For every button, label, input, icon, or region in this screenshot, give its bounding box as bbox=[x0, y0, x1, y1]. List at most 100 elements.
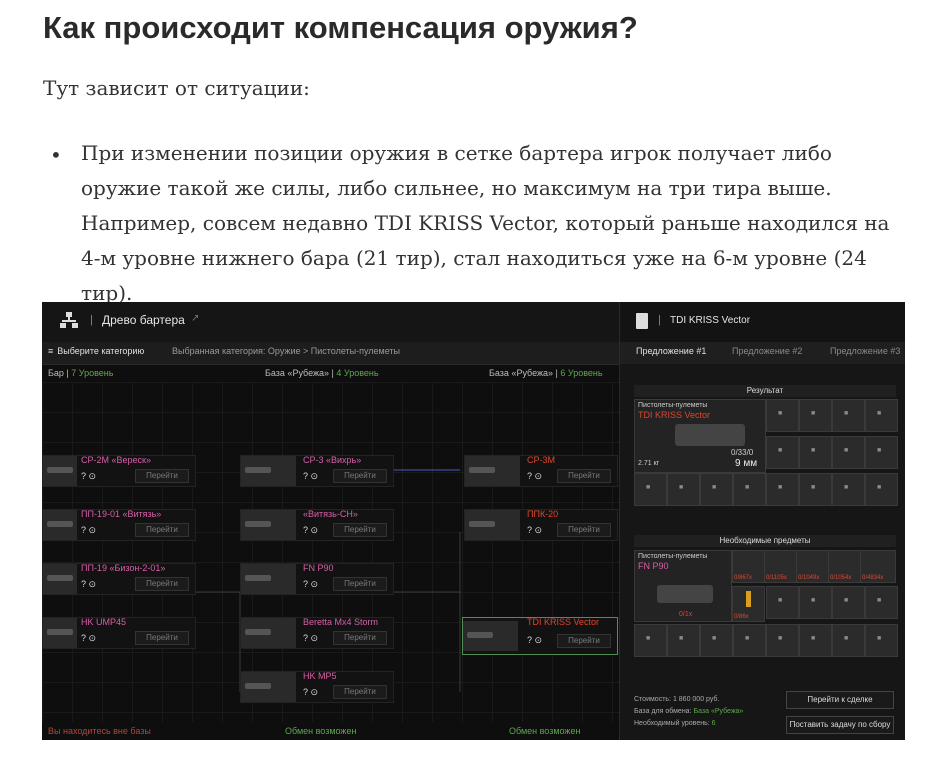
lock-icon: ■ bbox=[811, 484, 816, 491]
locked-slot: ■ bbox=[700, 624, 733, 657]
weapon-image bbox=[241, 510, 296, 540]
locked-slot: ■ bbox=[865, 586, 898, 619]
locked-slot: ■ bbox=[865, 624, 898, 657]
lock-icon: ■ bbox=[844, 484, 849, 491]
needed-item: 0/1105x bbox=[764, 550, 797, 583]
result-header: Результат bbox=[634, 385, 896, 397]
weapon-image bbox=[43, 510, 77, 540]
lock-icon: ■ bbox=[877, 484, 882, 491]
lock-icon: ■ bbox=[844, 410, 849, 417]
locked-slot: ■ bbox=[634, 624, 667, 657]
article-intro: Тут зависит от ситуации: bbox=[43, 76, 310, 100]
weapon-image bbox=[463, 621, 518, 651]
locked-slot: ■ bbox=[766, 399, 799, 432]
header-divider: | bbox=[658, 314, 661, 326]
weapon-image bbox=[675, 424, 745, 446]
weapon-card[interactable]: ПП-19-01 «Витязь»? ⊙ Перейти bbox=[42, 509, 196, 541]
weapon-card-selected[interactable]: TDI KRISS Vector? ⊙ Перейти bbox=[462, 617, 618, 655]
locked-slot: ■ bbox=[733, 624, 766, 657]
locked-slot: ■ bbox=[766, 473, 799, 506]
lock-icon: ■ bbox=[844, 447, 849, 454]
weapon-card[interactable]: Beretta Mx4 Storm? ⊙ Перейти bbox=[240, 617, 394, 649]
article-paragraph: При изменении позиции оружия в сетке бар… bbox=[81, 141, 890, 305]
weapon-image bbox=[241, 618, 296, 648]
lock-icon: ■ bbox=[712, 635, 717, 642]
trade-panel-header: | TDI KRISS Vector bbox=[620, 302, 905, 342]
lock-icon: ■ bbox=[745, 484, 750, 491]
locked-slot: ■ bbox=[799, 399, 832, 432]
base-row: База для обмена: База «Рубежа» bbox=[634, 708, 744, 715]
weapon-card[interactable]: FN P90? ⊙ Перейти bbox=[240, 563, 394, 595]
go-button[interactable]: Перейти bbox=[333, 523, 387, 537]
weapon-card[interactable]: СР-3М? ⊙ Перейти bbox=[464, 455, 618, 487]
trade-panel: | TDI KRISS Vector Предложение #1 Предло… bbox=[619, 302, 905, 740]
locked-slot: ■ bbox=[832, 436, 865, 469]
go-button[interactable]: Перейти bbox=[557, 469, 611, 483]
locked-slot: ■ bbox=[799, 586, 832, 619]
lock-icon: ■ bbox=[811, 597, 816, 604]
go-button[interactable]: Перейти bbox=[333, 469, 387, 483]
lock-icon: ■ bbox=[745, 635, 750, 642]
locked-slot: ■ bbox=[733, 473, 766, 506]
go-button[interactable]: Перейти bbox=[135, 631, 189, 645]
lock-icon: ■ bbox=[778, 410, 783, 417]
weapon-card[interactable]: «Витязь-СН»? ⊙ Перейти bbox=[240, 509, 394, 541]
weapon-card[interactable]: СР-2М «Вереск»? ⊙ Перейти bbox=[42, 455, 196, 487]
lock-icon: ■ bbox=[811, 635, 816, 642]
tab-offer-2[interactable]: Предложение #2 bbox=[732, 346, 802, 356]
locked-slot: ■ bbox=[832, 473, 865, 506]
go-button[interactable]: Перейти bbox=[135, 523, 189, 537]
weapon-image bbox=[241, 564, 296, 594]
weapon-image bbox=[465, 456, 520, 486]
footer-status-mid: Обмен возможен bbox=[285, 726, 357, 736]
locked-slot: ■ bbox=[799, 624, 832, 657]
lock-icon: ■ bbox=[646, 635, 651, 642]
lock-icon: ■ bbox=[778, 484, 783, 491]
offer-tabs: Предложение #1 Предложение #2 Предложени… bbox=[620, 342, 905, 364]
level-row: Необходимый уровень: 6 bbox=[634, 720, 716, 727]
trade-weapon-title: TDI KRISS Vector bbox=[670, 315, 751, 326]
go-button[interactable]: Перейти bbox=[333, 631, 387, 645]
weapon-image bbox=[241, 456, 296, 486]
bullet-marker: • bbox=[50, 143, 62, 167]
go-to-trade-button[interactable]: Перейти к сделке bbox=[786, 691, 894, 709]
locked-slot: ■ bbox=[865, 399, 898, 432]
lock-icon: ■ bbox=[679, 484, 684, 491]
lock-icon: ■ bbox=[844, 635, 849, 642]
weapon-card[interactable]: СР-3 «Вихрь»? ⊙ Перейти bbox=[240, 455, 394, 487]
tab-offer-3[interactable]: Предложение #3 bbox=[830, 346, 900, 356]
weapon-card[interactable]: HK UMP45? ⊙ Перейти bbox=[42, 617, 196, 649]
barter-tree-screenshot: | Древо бартера ↗ ≡ Выберите категорию Вы… bbox=[42, 302, 905, 740]
lock-icon: ■ bbox=[877, 410, 882, 417]
weapon-card[interactable]: ПП-19 «Бизон-2-01»? ⊙ Перейти bbox=[42, 563, 196, 595]
go-button[interactable]: Перейти bbox=[333, 577, 387, 591]
locked-slot: ■ bbox=[865, 436, 898, 469]
go-button[interactable]: Перейти bbox=[135, 469, 189, 483]
weapon-card[interactable]: ППК-20? ⊙ Перейти bbox=[464, 509, 618, 541]
weapon-image bbox=[43, 618, 77, 648]
locked-slot: ■ bbox=[832, 399, 865, 432]
needed-item: 0/1049x bbox=[796, 550, 829, 583]
locked-slot: ■ bbox=[832, 586, 865, 619]
go-button[interactable]: Перейти bbox=[557, 634, 611, 648]
go-button[interactable]: Перейти bbox=[135, 577, 189, 591]
lock-icon: ■ bbox=[778, 447, 783, 454]
needed-weapon: Пистолеты-пулеметы FN P90 0/1x bbox=[634, 550, 732, 622]
locked-slot: ■ bbox=[799, 473, 832, 506]
lock-icon: ■ bbox=[844, 597, 849, 604]
tab-offer-1[interactable]: Предложение #1 bbox=[636, 346, 706, 356]
weapon-image bbox=[657, 585, 713, 603]
go-button[interactable]: Перейти bbox=[557, 523, 611, 537]
lock-icon: ■ bbox=[877, 597, 882, 604]
article-heading: Как происходит компенсация оружия? bbox=[43, 10, 638, 45]
locked-slot: ■ bbox=[634, 473, 667, 506]
locked-slot: ■ bbox=[766, 436, 799, 469]
locked-slot: ■ bbox=[700, 473, 733, 506]
go-button[interactable]: Перейти bbox=[333, 685, 387, 699]
lock-icon: ■ bbox=[778, 597, 783, 604]
needed-item: 0/867x bbox=[732, 550, 765, 583]
cost-row: Стоимость: 1 860 000 руб. bbox=[634, 696, 720, 703]
lock-icon: ■ bbox=[877, 635, 882, 642]
weapon-card[interactable]: HK MP5? ⊙ Перейти bbox=[240, 671, 394, 703]
set-collection-task-button[interactable]: Поставить задачу по сбору bbox=[786, 716, 894, 734]
